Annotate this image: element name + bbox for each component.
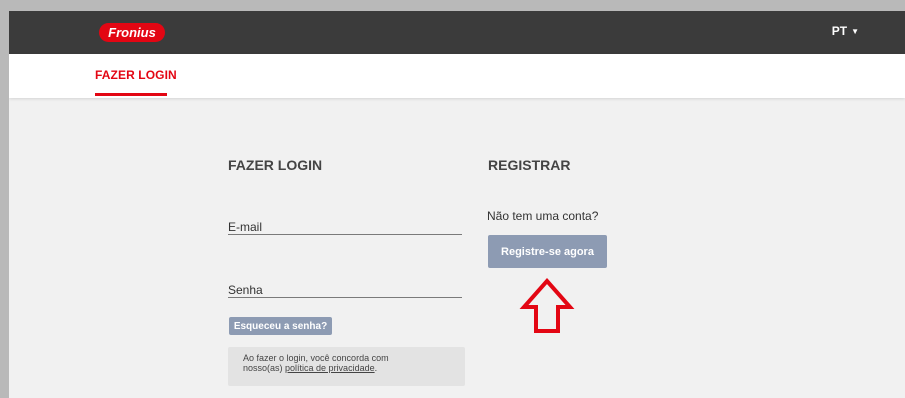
language-selector[interactable]: PT ▼ — [832, 24, 859, 38]
chevron-down-icon: ▼ — [851, 26, 859, 36]
login-title: FAZER LOGIN — [228, 157, 323, 173]
privacy-policy-link[interactable]: política de privacidade — [285, 363, 375, 373]
language-code: PT — [831, 24, 848, 38]
notice-line-1: Ao fazer o login, você concorda com — [243, 353, 389, 363]
notice-line-2: nosso(as) política de privacidade. — [243, 363, 465, 373]
email-field[interactable]: E-mail — [228, 220, 262, 234]
register-now-button[interactable]: Registre-se agora — [488, 235, 607, 268]
password-field[interactable]: Senha — [228, 283, 263, 297]
top-header-bar: Fronius PT ▼ — [9, 11, 905, 54]
browser-page: Fronius PT ▼ FAZER LOGIN FAZER LOGIN E-m… — [9, 11, 905, 398]
notice-prefix: nosso(as) — [243, 363, 286, 373]
email-field-underline — [228, 234, 462, 235]
up-arrow-icon — [519, 278, 575, 333]
register-title: REGISTRAR — [488, 157, 571, 173]
active-tab-indicator — [95, 93, 167, 96]
notice-end: . — [374, 363, 378, 373]
tab-bar: FAZER LOGIN — [9, 54, 905, 98]
register-prompt: Não tem uma conta? — [487, 209, 599, 223]
password-field-underline — [228, 297, 462, 298]
logo-text: Fronius — [108, 25, 156, 40]
privacy-notice: Ao fazer o login, você concorda com noss… — [228, 347, 465, 386]
forgot-password-button[interactable]: Esqueceu a senha? — [229, 317, 332, 335]
fronius-logo[interactable]: Fronius — [97, 22, 167, 43]
tab-fazer-login[interactable]: FAZER LOGIN — [95, 68, 177, 82]
